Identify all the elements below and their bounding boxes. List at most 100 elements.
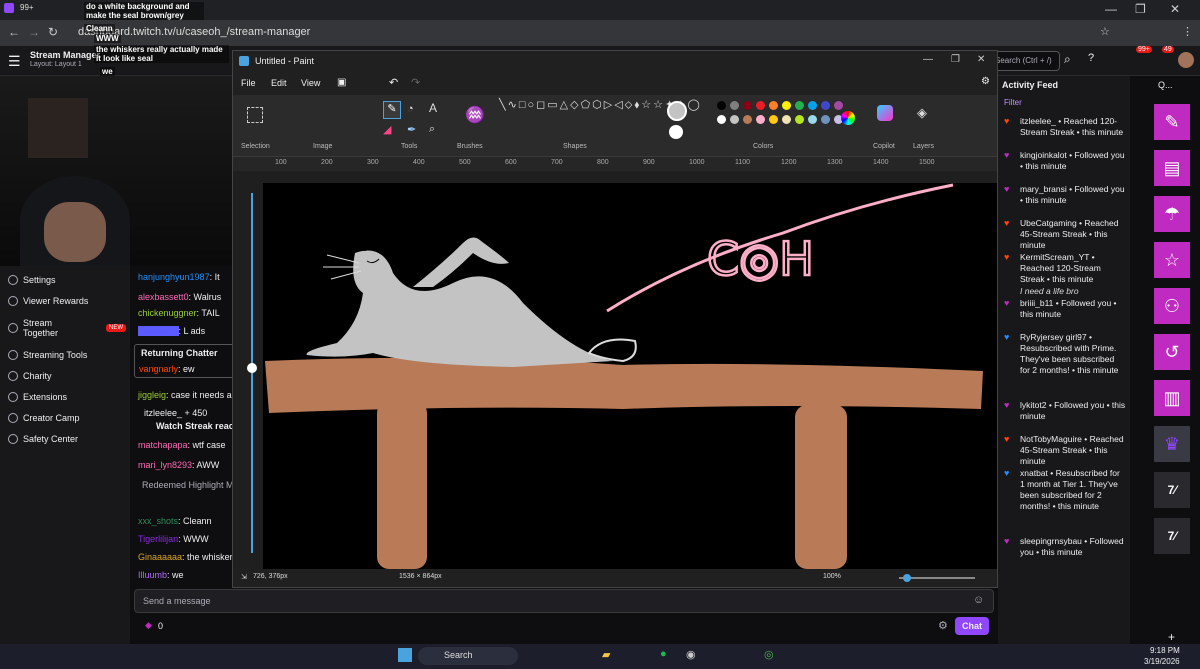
paint-canvas[interactable]: C◎H bbox=[263, 183, 997, 569]
avatar[interactable] bbox=[1178, 52, 1194, 68]
paint-settings-icon[interactable]: ⚙ bbox=[981, 76, 990, 87]
eraser-icon[interactable]: ◢ bbox=[383, 123, 391, 136]
copilot-icon[interactable] bbox=[877, 105, 893, 121]
palette-swatch[interactable] bbox=[730, 115, 739, 124]
reload-icon[interactable]: ↻ bbox=[48, 25, 58, 39]
palette-swatch[interactable] bbox=[756, 115, 765, 124]
pencil-icon[interactable]: ✎ bbox=[383, 101, 401, 119]
search-input[interactable]: Search (Ctrl + /) bbox=[990, 51, 1060, 71]
quick-prime-button[interactable]: ♛ bbox=[1154, 426, 1190, 462]
paint-maximize-icon[interactable]: ❐ bbox=[951, 54, 960, 65]
maximize-icon[interactable]: ❐ bbox=[1135, 2, 1146, 16]
steam-icon[interactable]: ◉ bbox=[686, 648, 696, 661]
palette-swatch[interactable] bbox=[821, 115, 830, 124]
nav-charity[interactable]: Charity bbox=[8, 371, 52, 381]
nav-settings[interactable]: Settings bbox=[8, 275, 56, 285]
select-tool-icon[interactable] bbox=[247, 107, 263, 123]
nav-streaming-tools[interactable]: Streaming Tools bbox=[8, 350, 87, 360]
palette-swatch[interactable] bbox=[821, 101, 830, 110]
paint-minimize-icon[interactable]: — bbox=[923, 54, 933, 65]
palette-swatch[interactable] bbox=[808, 115, 817, 124]
undo-icon[interactable]: ↶ bbox=[389, 76, 398, 89]
quick-highlight-button[interactable]: ☆ bbox=[1154, 242, 1190, 278]
quick-edit-button[interactable]: ✎ bbox=[1154, 104, 1190, 140]
save-icon[interactable]: ▣ bbox=[337, 77, 346, 88]
nav-extensions[interactable]: Extensions bbox=[8, 392, 67, 402]
palette-swatch[interactable] bbox=[808, 101, 817, 110]
color1-swatch[interactable] bbox=[667, 101, 687, 121]
help-icon[interactable]: ? bbox=[1088, 52, 1094, 64]
file-explorer-icon[interactable]: ▰ bbox=[602, 648, 610, 661]
palette-swatch[interactable] bbox=[743, 101, 752, 110]
layout-label[interactable]: Layout: Layout 1 bbox=[30, 61, 82, 68]
chrome-icon[interactable]: ◎ bbox=[764, 648, 774, 661]
palette-swatch[interactable] bbox=[782, 101, 791, 110]
emote-icon[interactable]: ☺ bbox=[973, 594, 984, 606]
quick-extension-button-2[interactable]: 7⁄ bbox=[1154, 518, 1190, 554]
taskbar-search[interactable]: Search bbox=[418, 647, 518, 665]
palette-swatch[interactable] bbox=[717, 101, 726, 110]
quick-clip-button[interactable]: ▤ bbox=[1154, 150, 1190, 186]
chat-input[interactable]: Send a message ☺ bbox=[134, 589, 994, 613]
close-icon[interactable]: ✕ bbox=[1170, 2, 1180, 16]
twitch-tab-icon[interactable] bbox=[4, 3, 14, 13]
zoom-slider-thumb[interactable] bbox=[247, 363, 257, 373]
nav-stream-together[interactable]: Stream Together NEW bbox=[8, 318, 126, 338]
quick-extension-button[interactable]: 7⁄ bbox=[1154, 472, 1190, 508]
quick-replay-button[interactable]: ↺ bbox=[1154, 334, 1190, 370]
zoom-level[interactable]: 100% bbox=[823, 573, 841, 580]
chat-settings-icon[interactable]: ⚙ bbox=[938, 619, 948, 632]
palette-swatch[interactable] bbox=[769, 101, 778, 110]
clock-time[interactable]: 9:18 PM bbox=[1150, 646, 1180, 655]
bookmark-star-icon[interactable]: ☆ bbox=[1100, 25, 1110, 38]
palette-swatch[interactable] bbox=[769, 115, 778, 124]
nav-viewer-rewards[interactable]: Viewer Rewards bbox=[8, 296, 88, 306]
search-icon[interactable]: ⌕ bbox=[1064, 52, 1071, 67]
menu-view[interactable]: View bbox=[301, 78, 320, 88]
quick-add-mod-button[interactable]: ⚇ bbox=[1154, 288, 1190, 324]
forward-icon[interactable]: → bbox=[28, 25, 40, 39]
menu-kebab-icon[interactable]: ⋮ bbox=[1182, 25, 1193, 38]
text-icon[interactable]: A bbox=[429, 101, 437, 115]
palette-swatch[interactable] bbox=[782, 115, 791, 124]
color-picker-icon[interactable]: ✒ bbox=[407, 123, 416, 136]
menu-file[interactable]: File bbox=[241, 78, 256, 88]
clock-date[interactable]: 3/19/2026 bbox=[1144, 657, 1180, 666]
palette-swatch[interactable] bbox=[756, 101, 765, 110]
quick-raid-button[interactable]: ☂ bbox=[1154, 196, 1190, 232]
minimize-icon[interactable]: — bbox=[1105, 2, 1117, 16]
palette-swatch[interactable] bbox=[717, 115, 726, 124]
spotify-icon[interactable]: ● bbox=[660, 648, 667, 660]
activity-feed-title[interactable]: Activity Feed bbox=[1002, 80, 1058, 90]
palette-swatch[interactable] bbox=[834, 101, 843, 110]
shapes-gallery[interactable]: ╲∿□○◻▭△◇⬠⬡▷◁⬦⬧☆☆✦✧◯ bbox=[499, 99, 700, 112]
paint-close-icon[interactable]: ✕ bbox=[977, 54, 985, 65]
zoom-bar-thumb[interactable] bbox=[903, 574, 911, 582]
fill-icon[interactable]: ◔ bbox=[407, 103, 414, 115]
menu-edit[interactable]: Edit bbox=[271, 78, 287, 88]
palette-swatch[interactable] bbox=[743, 115, 752, 124]
back-icon[interactable]: ← bbox=[8, 25, 20, 39]
edit-colors-icon[interactable] bbox=[841, 111, 855, 125]
palette-swatch[interactable] bbox=[795, 101, 804, 110]
palette-swatch[interactable] bbox=[795, 115, 804, 124]
redo-icon[interactable]: ↷ bbox=[411, 76, 420, 89]
color2-swatch[interactable] bbox=[669, 125, 683, 139]
zoom-slider-track[interactable] bbox=[251, 193, 253, 553]
magnifier-icon[interactable]: ⌕ bbox=[429, 123, 435, 136]
notifications-badge[interactable]: 99+ bbox=[1136, 46, 1152, 53]
hamburger-icon[interactable]: ☰ bbox=[8, 53, 21, 70]
chat-send-button[interactable]: Chat bbox=[955, 617, 989, 635]
channel-points-icon[interactable]: ◆ bbox=[145, 620, 152, 631]
whispers-badge[interactable]: 49 bbox=[1162, 46, 1174, 53]
windows-start-icon[interactable] bbox=[398, 648, 412, 662]
palette-swatch[interactable] bbox=[730, 101, 739, 110]
brush-icon[interactable]: ♒ bbox=[465, 105, 485, 125]
activity-feed-filter[interactable]: Filter bbox=[1004, 98, 1022, 107]
add-quick-action-icon[interactable]: + bbox=[1168, 630, 1175, 644]
quick-ad-button[interactable]: ▥ bbox=[1154, 380, 1190, 416]
quick-actions-label[interactable]: Q... bbox=[1158, 80, 1173, 90]
nav-creator-camp[interactable]: Creator Camp bbox=[8, 413, 80, 423]
nav-safety-center[interactable]: Safety Center bbox=[8, 434, 78, 444]
layers-icon[interactable]: ◈ bbox=[917, 105, 927, 121]
